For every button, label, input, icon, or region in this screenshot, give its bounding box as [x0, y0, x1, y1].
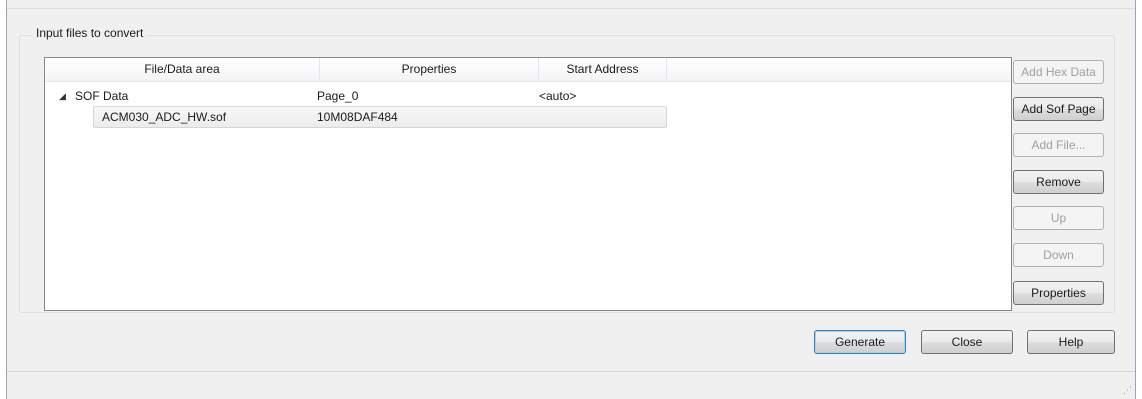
upper-panel-edge — [7, 0, 1135, 9]
dialog-window: Input files to convert File/Data area Pr… — [6, 0, 1136, 399]
generate-button[interactable]: Generate — [814, 330, 906, 354]
column-header-file[interactable]: File/Data area — [45, 58, 320, 81]
add-hex-data-button[interactable]: Add Hex Data — [1013, 60, 1104, 84]
properties-button[interactable]: Properties — [1013, 281, 1104, 305]
close-button[interactable]: Close — [921, 330, 1013, 354]
list-item-sof-data[interactable]: ◢ SOF Data Page_0 <auto> — [45, 86, 667, 106]
cell-properties: Page_0 — [317, 89, 359, 103]
cell-file: ACM030_ADC_HW.sof — [102, 110, 227, 124]
column-header-properties[interactable]: Properties — [320, 58, 539, 81]
column-header-start-address[interactable]: Start Address — [539, 58, 667, 81]
down-button[interactable]: Down — [1013, 243, 1104, 267]
up-button[interactable]: Up — [1013, 206, 1104, 230]
remove-button[interactable]: Remove — [1013, 170, 1104, 194]
add-file-button[interactable]: Add File... — [1013, 133, 1104, 157]
cell-properties: 10M08DAF484 — [317, 110, 398, 124]
status-bar: ⋰ — [7, 371, 1135, 399]
resize-grip-icon[interactable]: ⋰ — [1123, 385, 1132, 396]
help-button[interactable]: Help — [1027, 330, 1115, 354]
cell-file: SOF Data — [75, 89, 129, 103]
list-header: File/Data area Properties Start Address — [45, 58, 1011, 82]
triangle-expanded-icon[interactable]: ◢ — [59, 86, 66, 106]
input-files-list[interactable]: File/Data area Properties Start Address … — [44, 57, 1012, 311]
add-sof-page-button[interactable]: Add Sof Page — [1013, 97, 1104, 121]
list-item-sof-file[interactable]: ACM030_ADC_HW.sof 10M08DAF484 — [93, 106, 667, 128]
cell-start-address: <auto> — [539, 89, 577, 103]
group-label: Input files to convert — [32, 26, 148, 40]
